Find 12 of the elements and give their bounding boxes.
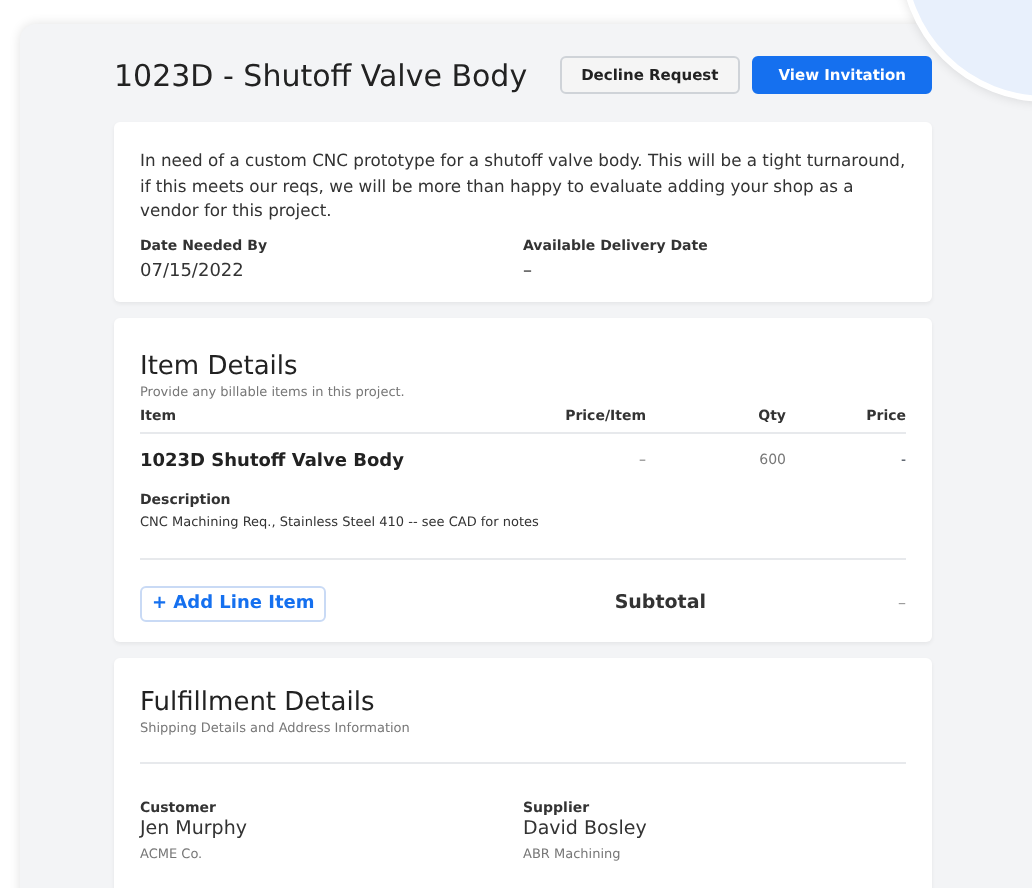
item-name: 1023D Shutoff Valve Body (140, 451, 406, 472)
party-name: David Bosley (523, 817, 649, 840)
field-value: – (523, 261, 534, 282)
party-name: Jen Murphy (140, 817, 249, 840)
field-value: 07/15/2022 (140, 261, 246, 282)
section-heading: Item Details (140, 351, 300, 382)
subtotal-value: – (896, 594, 906, 613)
project-description: In need of a custom CNC prototype for a shutoff valve body. This will be a tight turnaround, if this meets our reqs, we will be more than happy to evaluate adding your shop as a vendor for this project. (140, 148, 906, 224)
page-title: 1023D - Shutoff Valve Body (114, 57, 528, 93)
add-line-item-button[interactable]: + Add Line Item (140, 585, 327, 622)
subtotal-label: Subtotal (614, 592, 706, 615)
section-heading: Fulfillment Details (140, 687, 377, 718)
